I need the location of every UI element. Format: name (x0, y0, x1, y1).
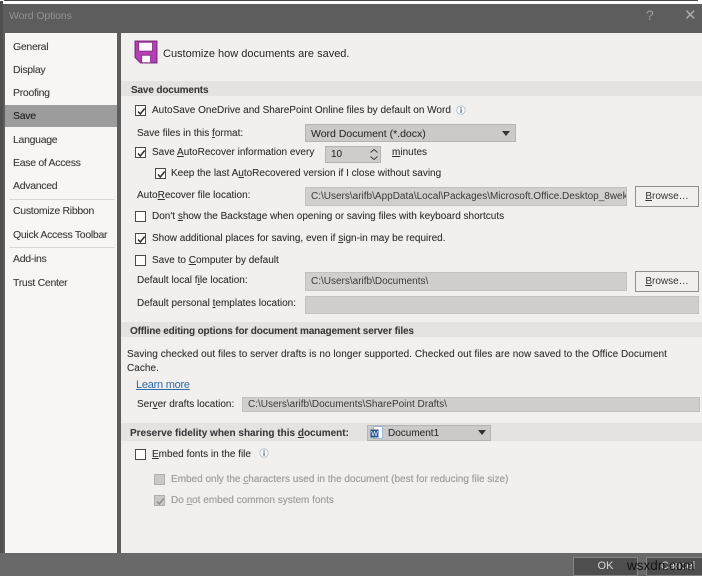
svg-text:W: W (371, 431, 378, 438)
